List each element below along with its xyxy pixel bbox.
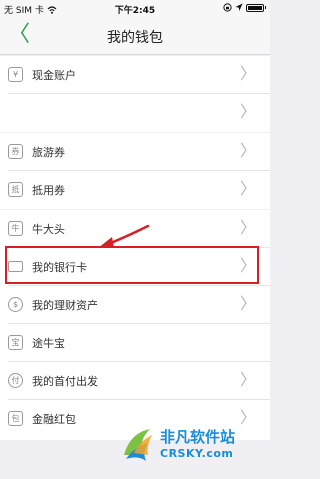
shield-icon: 宝 bbox=[8, 335, 23, 350]
list-item-deduction-voucher[interactable]: 抵 抵用券 〉 bbox=[0, 171, 270, 209]
list-item-tuniubao[interactable]: 宝 途牛宝 bbox=[0, 324, 270, 362]
chevron-right-icon: 〉 bbox=[239, 218, 256, 237]
list-item-label: 我的首付出发 bbox=[32, 375, 98, 388]
nav-bar: 〈 我的钱包 bbox=[0, 18, 270, 55]
group-finance: 牛 牛大头 〉 我的银行卡 〉 $ 我的理财资产 〉 宝 途牛宝 付 我的首付出… bbox=[0, 210, 270, 440]
group-vouchers: 券 旅游券 〉 抵 抵用券 〉 bbox=[0, 133, 270, 209]
status-bar: 无 SIM 卡 下午2:45 bbox=[0, 0, 270, 18]
list-item-travel-voucher[interactable]: 券 旅游券 〉 bbox=[0, 133, 270, 171]
page-title: 我的钱包 bbox=[107, 30, 163, 46]
list-item-empty[interactable]: 〉 bbox=[0, 94, 270, 132]
group-accounts: ¥ 现金账户 〉 〉 bbox=[0, 56, 270, 132]
list-item-label: 现金账户 bbox=[32, 69, 76, 82]
status-right bbox=[222, 3, 266, 12]
list-item-label: 金融红包 bbox=[32, 413, 76, 426]
chevron-right-icon: 〉 bbox=[239, 179, 256, 198]
chevron-right-icon: 〉 bbox=[239, 294, 256, 313]
bull-icon: 牛 bbox=[8, 221, 23, 236]
list-item-niudatou[interactable]: 牛 牛大头 〉 bbox=[0, 210, 270, 248]
coupon-icon: 抵 bbox=[8, 182, 23, 197]
list-item-label: 抵用券 bbox=[32, 184, 65, 197]
highlight-box bbox=[5, 246, 259, 284]
yen-icon: ¥ bbox=[8, 67, 23, 82]
ticket-icon: 券 bbox=[8, 144, 23, 159]
list-item-label: 我的理财资产 bbox=[32, 299, 98, 312]
list-item-cash-account[interactable]: ¥ 现金账户 〉 bbox=[0, 56, 270, 94]
watermark-brand: 非凡软件站 bbox=[160, 428, 236, 446]
brand-logo bbox=[124, 429, 152, 461]
red-packet-icon: 包 bbox=[8, 411, 23, 426]
list-item-label: 牛大头 bbox=[32, 223, 65, 236]
lock-rotation-icon bbox=[222, 3, 232, 12]
list-item-assets[interactable]: $ 我的理财资产 〉 bbox=[0, 286, 270, 324]
chevron-right-icon: 〉 bbox=[239, 141, 256, 160]
list-item-first-pay[interactable]: 付 我的首付出发 〉 bbox=[0, 362, 270, 400]
pay-icon: 付 bbox=[8, 373, 23, 388]
dollar-icon: $ bbox=[8, 297, 23, 312]
battery-icon bbox=[245, 3, 264, 12]
chevron-right-icon: 〉 bbox=[239, 64, 256, 83]
chevron-right-icon: 〉 bbox=[239, 370, 256, 389]
list-item-label: 旅游券 bbox=[32, 146, 65, 159]
battery-cap bbox=[264, 6, 266, 9]
watermark: 非凡软件站 CRSKY.com bbox=[120, 421, 260, 471]
chevron-right-icon: 〉 bbox=[239, 102, 256, 121]
list-item-label: 途牛宝 bbox=[32, 337, 65, 350]
watermark-site: CRSKY.com bbox=[160, 447, 234, 460]
location-icon bbox=[235, 3, 242, 11]
